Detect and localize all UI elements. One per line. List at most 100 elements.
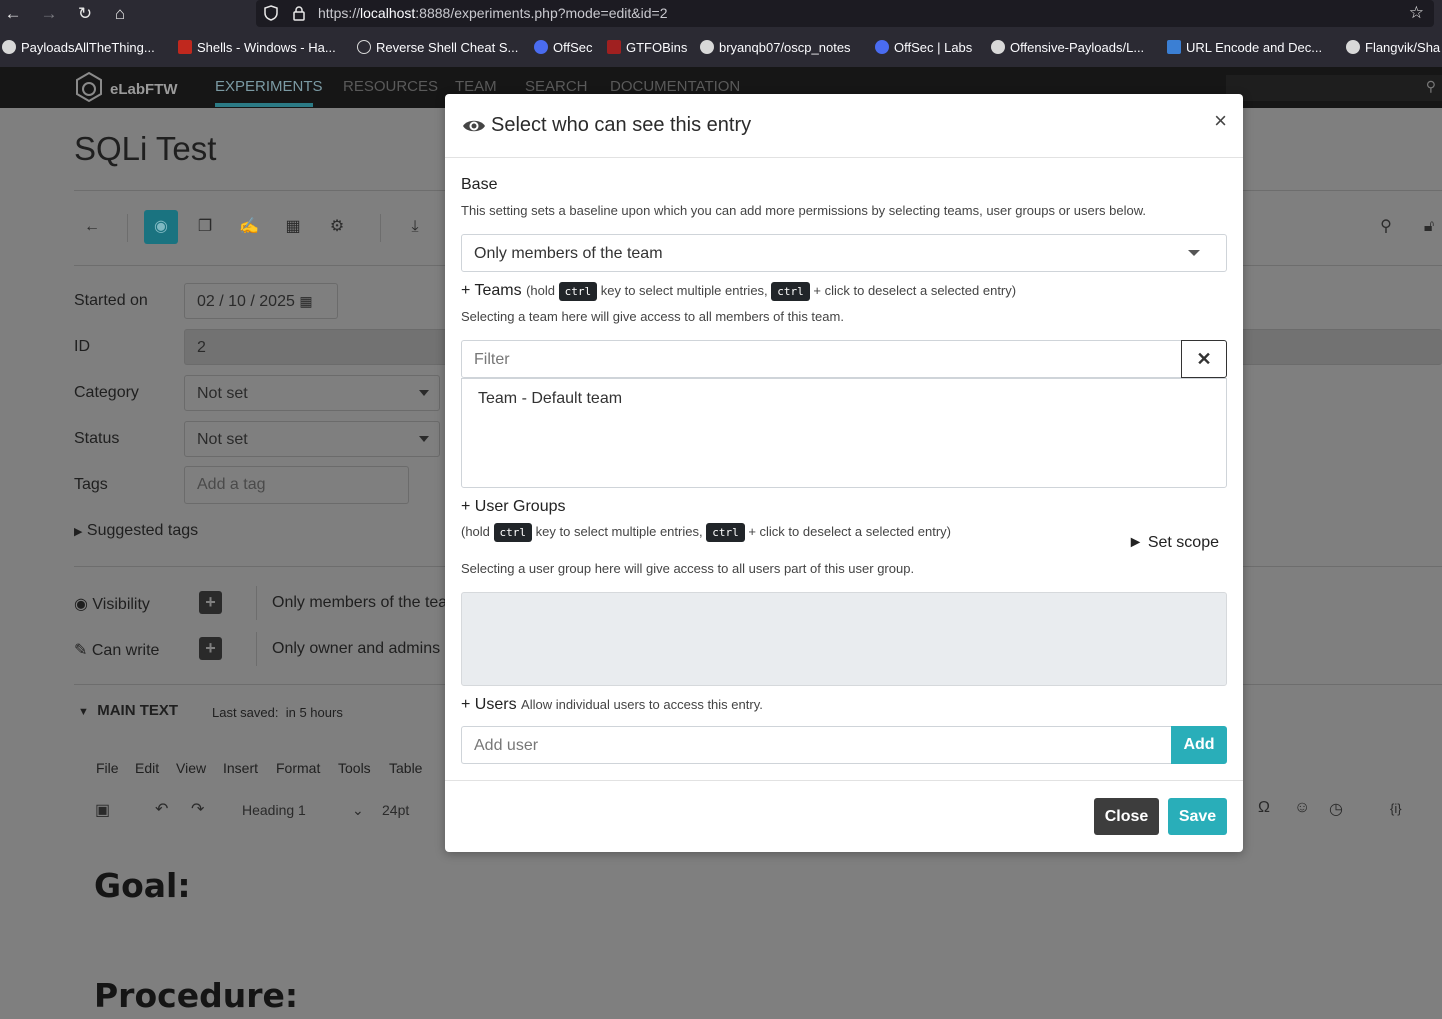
add-visibility-button[interactable]: + <box>199 591 222 614</box>
editor-menu-tools[interactable]: Tools <box>338 760 371 776</box>
bookmark-item[interactable]: bryanqb07/oscp_notes <box>700 40 851 55</box>
bookmark-item[interactable]: OffSec <box>534 40 593 55</box>
font-size-select[interactable]: 24pt <box>382 802 409 818</box>
github-icon <box>991 40 1005 54</box>
add-user-input[interactable]: Add user <box>461 726 1172 764</box>
category-label: Category <box>74 384 139 401</box>
add-can-write-button[interactable]: + <box>199 637 222 660</box>
bookmark-item[interactable]: Offensive-Payloads/L... <box>991 40 1144 55</box>
started-on-label: Started on <box>74 292 148 309</box>
back-arrow-icon[interactable]: ← <box>75 210 109 244</box>
editor-menu-file[interactable]: File <box>96 760 119 776</box>
visibility-value: Only members of the tea <box>272 594 448 611</box>
bookmark-item[interactable]: GTFOBins <box>607 40 687 55</box>
sign-icon[interactable]: ✍ <box>232 210 266 244</box>
modal-title: Select who can see this entry <box>491 114 752 136</box>
code-braces-icon[interactable]: {i} <box>1390 801 1402 816</box>
suggested-tags-toggle[interactable]: ▶ Suggested tags <box>74 522 198 540</box>
pin-icon[interactable]: ⚲ <box>1369 210 1403 244</box>
address-bar[interactable]: https://localhost:8888/experiments.php?m… <box>256 0 1434 27</box>
ctrl-key: ctrl <box>493 523 533 542</box>
block-format-select[interactable]: Heading 1 ⌄ <box>242 802 368 818</box>
offsec-icon <box>534 40 548 54</box>
save-icon[interactable]: ▣ <box>95 800 110 820</box>
undo-icon[interactable]: ↶ <box>155 799 168 819</box>
eye-icon: ◉ <box>74 596 88 613</box>
main-text-toggle[interactable]: ▼ MAIN TEXT <box>78 702 178 719</box>
caret-right-icon: ▶ <box>74 526 83 538</box>
status-select[interactable]: Not set <box>184 421 440 457</box>
set-scope-toggle[interactable]: ► Set scope <box>1128 534 1219 552</box>
clock-icon[interactable]: ◷ <box>1329 799 1343 819</box>
home-icon[interactable]: ⌂ <box>109 3 131 25</box>
nav-experiments[interactable]: EXPERIMENTS <box>215 78 323 95</box>
clear-filter-button[interactable]: ✕ <box>1181 340 1227 378</box>
omega-icon[interactable]: Ω <box>1258 799 1270 817</box>
search-icon: ⚲ <box>1425 78 1436 94</box>
editor-menu-insert[interactable]: Insert <box>223 760 258 776</box>
status-label: Status <box>74 430 120 447</box>
nav-team[interactable]: TEAM <box>455 78 497 95</box>
visibility-eye-icon[interactable]: ◉ <box>144 210 178 244</box>
close-icon[interactable]: × <box>1214 110 1227 132</box>
browser-toolbar: ← → ↻ ⌂ https://localhost:8888/experimen… <box>0 0 1442 27</box>
id-label: ID <box>74 338 90 355</box>
started-on-date-input[interactable]: 02 / 10 / 2025 ▦ <box>184 283 338 319</box>
divider <box>380 214 381 242</box>
shield-icon <box>264 5 278 21</box>
nav-search[interactable]: SEARCH <box>525 78 588 95</box>
teams-help-text: Selecting a team here will give access t… <box>461 309 844 324</box>
active-nav-indicator <box>215 103 313 107</box>
forward-icon[interactable]: → <box>38 3 60 25</box>
modal-header: Select who can see this entry × <box>445 94 1243 158</box>
reload-icon[interactable]: ↻ <box>74 3 96 25</box>
chevron-down-icon: ⌄ <box>352 802 364 818</box>
users-heading: + Users Allow individual users to access… <box>461 696 763 714</box>
users-label: + Users <box>461 696 517 713</box>
teams-select-list[interactable]: Team - Default team <box>461 378 1227 488</box>
ctrl-key: ctrl <box>771 282 810 301</box>
editor-menu-table[interactable]: Table <box>389 760 422 776</box>
bookmarks-bar: PayloadsAllTheThing... Shells - Windows … <box>0 27 1442 67</box>
back-icon[interactable]: ← <box>2 3 24 25</box>
duplicate-icon[interactable]: ❐ <box>188 210 222 244</box>
shells-icon <box>178 40 192 54</box>
bookmark-item[interactable]: Shells - Windows - Ha... <box>178 40 336 55</box>
bookmark-item[interactable]: URL Encode and Dec... <box>1167 40 1322 55</box>
download-icon[interactable]: ⤓ <box>398 210 432 244</box>
calendar-icon[interactable]: ▦ <box>276 210 310 244</box>
bookmark-item[interactable]: Flangvik/Sha <box>1346 40 1440 55</box>
share-icon[interactable]: ⚙ <box>320 210 354 244</box>
globe-icon <box>357 40 371 54</box>
team-option[interactable]: Team - Default team <box>478 390 622 408</box>
calendar-icon: ▦ <box>299 293 313 309</box>
nav-resources[interactable]: RESOURCES <box>343 78 438 95</box>
close-button[interactable]: Close <box>1094 798 1159 835</box>
elabftw-logo-icon <box>76 71 102 103</box>
redo-icon[interactable]: ↷ <box>191 799 204 819</box>
bookmark-item[interactable]: OffSec | Labs <box>875 40 972 55</box>
user-groups-select[interactable] <box>461 592 1227 686</box>
base-help-text: This setting sets a baseline upon which … <box>461 203 1147 218</box>
tags-input[interactable]: Add a tag <box>184 466 409 504</box>
editor-menu-edit[interactable]: Edit <box>135 760 159 776</box>
add-user-button[interactable]: Add <box>1171 726 1227 764</box>
bookmark-item[interactable]: Reverse Shell Cheat S... <box>357 40 518 55</box>
teams-filter-input[interactable]: Filter <box>461 340 1182 378</box>
nav-search-input[interactable]: ⚲ <box>1226 75 1442 101</box>
bookmark-star-icon[interactable]: ☆ <box>1409 3 1424 23</box>
nav-documentation[interactable]: DOCUMENTATION <box>610 78 740 95</box>
emoji-icon[interactable]: ☺ <box>1294 799 1310 817</box>
save-button[interactable]: Save <box>1168 798 1227 835</box>
users-help-text: Allow individual users to access this en… <box>521 697 763 712</box>
unlock-icon[interactable]: 🔓︎ <box>1412 210 1442 244</box>
brand-name: eLabFTW <box>110 81 178 98</box>
heading-procedure: Procedure: <box>94 976 299 1015</box>
page-title: SQLi Test <box>74 130 217 167</box>
base-select[interactable]: Only members of the team <box>461 234 1227 272</box>
editor-menu-format[interactable]: Format <box>276 760 320 776</box>
visibility-label: ◉ Visibility <box>74 596 150 613</box>
category-select[interactable]: Not set <box>184 375 440 411</box>
bookmark-item[interactable]: PayloadsAllTheThing... <box>2 40 155 55</box>
editor-menu-view[interactable]: View <box>176 760 206 776</box>
